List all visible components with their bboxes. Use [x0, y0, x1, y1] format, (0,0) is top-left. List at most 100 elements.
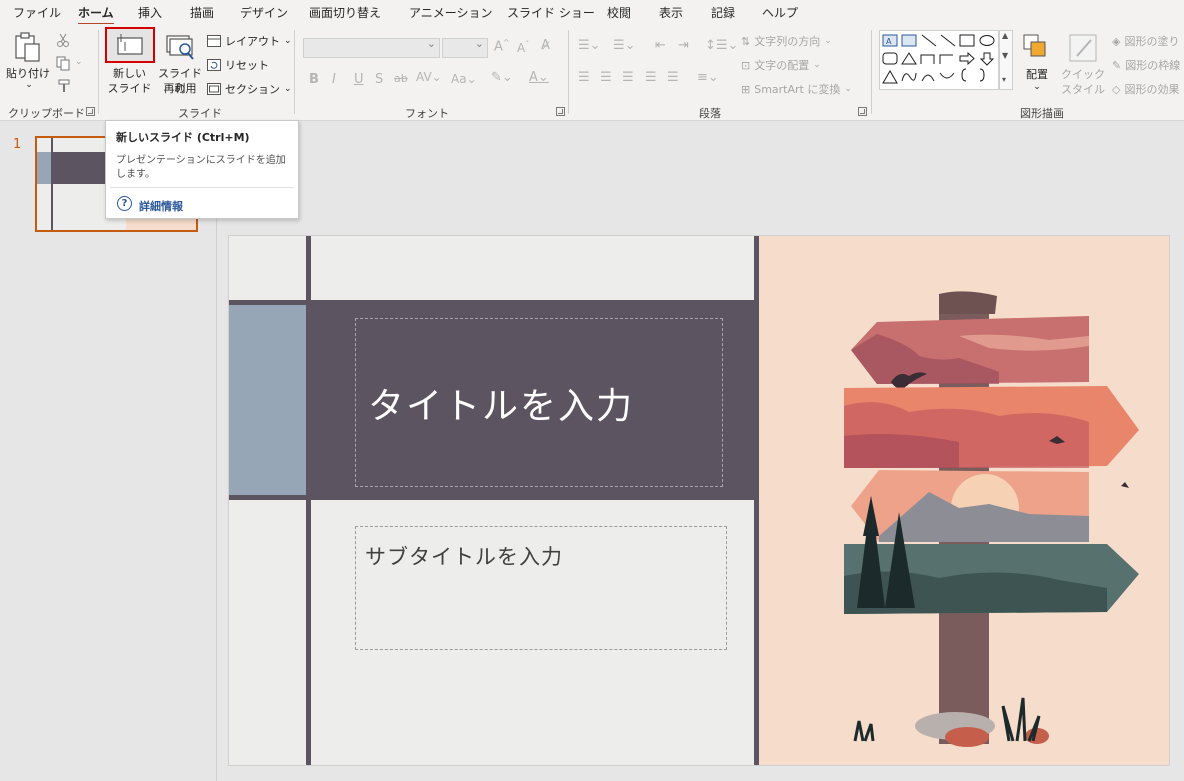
signpost-illustration [759, 236, 1169, 765]
paragraph-group-label: 段落 [699, 107, 721, 120]
tooltip-title: 新しいスライド (Ctrl+M) [116, 131, 250, 144]
shape-effects-icon: ◇ [1112, 82, 1121, 96]
clipboard-launcher-icon[interactable] [86, 107, 95, 116]
tab-draw[interactable]: 描画 [190, 4, 214, 21]
layout-dropdown-icon: ⌄ [284, 36, 292, 46]
scroll-down-icon[interactable]: ▼ [1002, 51, 1008, 60]
reuse-slides-icon [166, 35, 194, 60]
layout-icon [207, 35, 221, 47]
tab-animations[interactable]: アニメーション [409, 4, 493, 21]
char-spacing-icon[interactable]: AV⌄ [416, 70, 442, 84]
bullets-icon[interactable]: ☰⌄ [578, 38, 601, 53]
tab-transitions[interactable]: 画面切り替え [309, 4, 381, 21]
italic-button[interactable]: I [332, 72, 336, 87]
slides-group-label: スライド [178, 107, 222, 120]
paint-bucket-icon: ◈ [1112, 34, 1121, 48]
quick-styles-label-2: スタイル [1061, 83, 1105, 96]
shape-outline-button[interactable]: ✎ 図形の枠線 [1112, 57, 1180, 73]
cut-icon[interactable] [56, 33, 70, 47]
align-left-icon[interactable]: ☰ [578, 70, 590, 85]
reuse-slides-button[interactable]: スライドの 再利用 [156, 27, 204, 97]
tab-home[interactable]: ホーム [78, 4, 114, 26]
quick-styles-button[interactable]: クイック スタイル [1059, 28, 1107, 98]
shape-fill-button[interactable]: ◈ 図形の塗り [1112, 33, 1179, 49]
smartart-button[interactable]: ⊞ SmartArt に変換 ⌄ [741, 81, 852, 97]
slide-canvas[interactable]: タイトルを入力 サブタイトルを入力 [228, 235, 1170, 766]
tooltip-more-info-link[interactable]: 詳細情報 [139, 198, 183, 214]
font-launcher-icon[interactable] [556, 107, 565, 116]
left-vertical-bar [306, 236, 311, 765]
title-placeholder[interactable]: タイトルを入力 [355, 318, 723, 487]
tab-insert[interactable]: 挿入 [138, 4, 162, 21]
tab-view[interactable]: 表示 [659, 4, 683, 21]
quick-styles-icon [1069, 34, 1097, 62]
layout-button[interactable]: レイアウト ⌄ [207, 33, 292, 49]
decrease-indent-icon[interactable]: ⇤ [655, 38, 666, 53]
clipboard-group-label: クリップボード [8, 107, 85, 120]
tab-help[interactable]: ヘルプ [762, 4, 798, 21]
clear-format-icon[interactable]: A̷ [541, 38, 550, 53]
format-painter-icon[interactable] [57, 79, 71, 93]
line-spacing-icon[interactable]: ↕☰⌄ [705, 38, 738, 53]
highlight-icon[interactable]: ✎⌄ [491, 70, 513, 85]
align-center-icon[interactable]: ☰ [600, 70, 612, 85]
strike-button[interactable]: ab [394, 72, 408, 85]
tab-slideshow[interactable]: スライド ショー [507, 4, 595, 21]
text-direction-button[interactable]: ⇅ 文字列の方向 ⌄ [741, 33, 832, 49]
arrange-button[interactable]: 配置 ⌄ [1019, 28, 1055, 98]
tooltip-description: プレゼンテーションにスライドを追加します。 [116, 155, 286, 180]
shadow-button[interactable]: S [375, 72, 383, 87]
paste-icon [15, 32, 40, 62]
tab-record[interactable]: 記録 [711, 4, 735, 21]
text-direction-label: 文字列の方向 [754, 35, 821, 48]
font-color-icon[interactable]: A⌄ [529, 70, 549, 85]
reset-icon [207, 59, 221, 71]
shape-outline-label: 図形の枠線 [1125, 59, 1181, 72]
new-slide-icon [117, 34, 143, 55]
title-placeholder-text: タイトルを入力 [368, 386, 635, 427]
help-icon[interactable]: ? [117, 196, 132, 211]
font-size-combo[interactable] [442, 37, 488, 58]
paragraph-launcher-icon[interactable] [858, 107, 867, 116]
align-right-icon[interactable]: ☰ [622, 70, 634, 85]
tab-file[interactable]: ファイル [13, 4, 61, 21]
section-label: セクション [225, 83, 280, 96]
tab-review[interactable]: 校閲 [607, 4, 631, 21]
subtitle-placeholder[interactable]: サブタイトルを入力 [355, 526, 727, 650]
columns-icon[interactable]: ≡⌄ [697, 70, 719, 85]
paste-button[interactable]: 貼り付け ⌄ [6, 28, 50, 92]
increase-font-icon[interactable]: A^ [494, 38, 510, 54]
shapes-gallery[interactable]: A [879, 30, 999, 90]
align-text-button[interactable]: ⊡ 文字の配置 ⌄ [741, 57, 821, 73]
slide-thumbnail-pane: 1 [0, 121, 217, 781]
left-accent-block [229, 305, 306, 495]
separator [871, 30, 872, 114]
align-text-dropdown-icon: ⌄ [813, 60, 821, 70]
scroll-up-icon[interactable]: ▲ [1002, 31, 1008, 40]
distribute-icon[interactable]: ☰ [667, 70, 679, 85]
thumb-left-block [37, 152, 51, 184]
copy-dropdown-icon[interactable]: ⌄ [75, 57, 83, 67]
paste-dropdown-icon: ⌄ [25, 80, 33, 90]
shapes-scroll[interactable]: ▲ ▼ ▾ [999, 30, 1013, 90]
separator [568, 30, 569, 114]
bold-button[interactable]: B [309, 72, 319, 87]
change-case-icon[interactable]: Aa⌄ [451, 72, 477, 86]
new-slide-button[interactable]: 新しい スライド [103, 27, 156, 97]
font-name-combo[interactable] [303, 37, 440, 58]
gallery-more-icon[interactable]: ▾ [1002, 75, 1006, 84]
arrange-icon [1023, 34, 1046, 57]
tab-design[interactable]: デザイン [240, 4, 288, 21]
shape-effects-button[interactable]: ◇ 図形の効果 [1112, 81, 1179, 97]
justify-icon[interactable]: ☰ [645, 70, 657, 85]
increase-indent-icon[interactable]: ⇥ [678, 38, 689, 53]
new-slide-label-1: 新しい [113, 67, 146, 80]
underline-button[interactable]: U [354, 72, 364, 87]
section-button[interactable]: セクション ⌄ [207, 81, 292, 97]
decrease-font-icon[interactable]: Aˇ [517, 40, 529, 55]
reset-button[interactable]: リセット [207, 57, 269, 73]
numbering-icon[interactable]: ☰⌄ [613, 38, 636, 53]
smartart-icon: ⊞ [741, 82, 751, 96]
copy-icon[interactable] [56, 56, 72, 71]
pen-icon: ✎ [1112, 58, 1122, 72]
